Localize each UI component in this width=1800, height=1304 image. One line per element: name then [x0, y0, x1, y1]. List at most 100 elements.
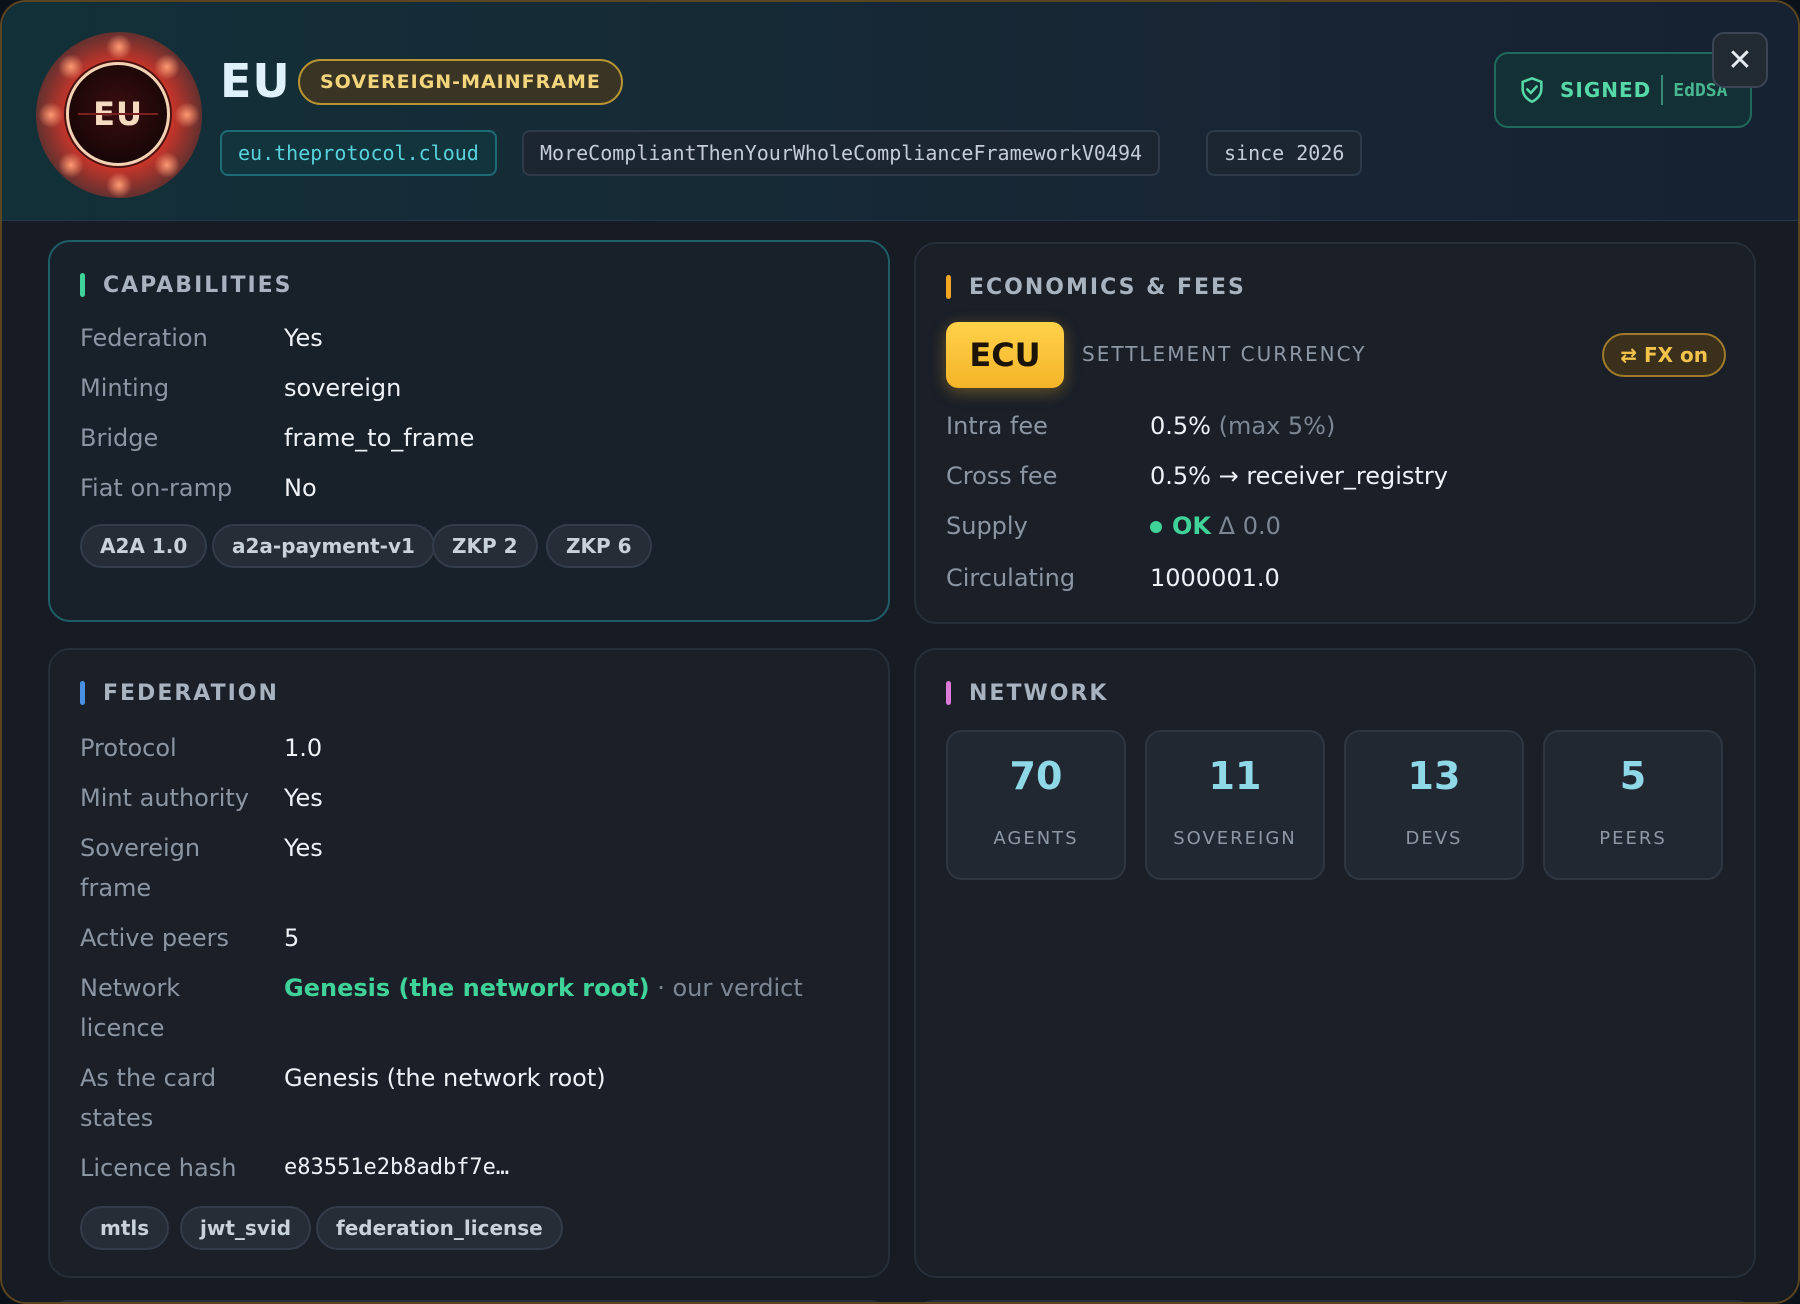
row-label: Intra fee — [946, 412, 1048, 440]
close-button[interactable]: ✕ — [1712, 32, 1768, 88]
row-label: Federation — [80, 324, 208, 352]
emblem-star-icon — [154, 54, 180, 80]
row-value: 5 — [284, 924, 300, 952]
emblem-star-icon — [154, 152, 180, 178]
row-value: sovereign — [284, 374, 402, 402]
currency-caption: SETTLEMENT CURRENCY — [1082, 342, 1367, 366]
capabilities-panel: CAPABILITIES Federation Yes Minting sove… — [48, 240, 890, 622]
node-header: EU EU SOVEREIGN-MAINFRAME eu.theprotocol… — [2, 2, 1798, 221]
federation-title: FEDERATION — [80, 680, 279, 706]
supply-delta: Δ 0.0 — [1218, 512, 1281, 540]
row-value: Genesis (the network root) — [284, 1064, 606, 1092]
network-panel: NETWORK 70 AGENTS 11 SOVEREIGN 13 DEVS 5… — [914, 648, 1756, 1278]
next-panel-edge — [48, 1300, 890, 1302]
emblem-star-icon — [106, 172, 132, 198]
fx-toggle[interactable]: ⇄ FX on — [1602, 333, 1726, 377]
stat-number: 11 — [1208, 754, 1262, 798]
row-label-line: licence — [80, 1014, 165, 1042]
row-label-line: As the card — [80, 1064, 217, 1092]
stat-number: 5 — [1619, 754, 1647, 798]
stat-label: PEERS — [1599, 828, 1667, 849]
tier-badge: SOVEREIGN-MAINFRAME — [298, 59, 623, 105]
stat-label: AGENTS — [993, 828, 1079, 849]
section-accent-bar — [946, 275, 951, 299]
version-chip: MoreCompliantThenYourWholeComplianceFram… — [522, 130, 1161, 176]
row-label: Mint authority — [80, 784, 249, 812]
row-label: Fiat on-ramp — [80, 474, 233, 502]
licence-verdict: Genesis (the network root) — [284, 974, 650, 1002]
signed-label: SIGNED — [1560, 78, 1652, 102]
stat-card-peers[interactable]: 5 PEERS — [1543, 730, 1723, 880]
capability-tag[interactable]: ZKP 2 — [432, 524, 538, 568]
capability-tag[interactable]: ZKP 6 — [546, 524, 652, 568]
intra-fee-max: (max 5%) — [1218, 412, 1336, 440]
row-label: Active peers — [80, 924, 230, 952]
emblem-star-icon — [58, 152, 84, 178]
row-value: Yes — [284, 784, 323, 812]
row-label: As the card states — [80, 1058, 270, 1138]
row-label-line: frame — [80, 874, 152, 902]
licence-note: · our verdict — [657, 974, 803, 1002]
row-label: Supply — [946, 512, 1028, 540]
row-label: Circulating — [946, 564, 1076, 592]
row-label: Bridge — [80, 424, 159, 452]
host-chip[interactable]: eu.theprotocol.cloud — [220, 130, 497, 176]
intra-fee-value: 0.5% — [1150, 412, 1211, 440]
signed-divider — [1661, 75, 1664, 105]
currency-badge: ECU — [946, 322, 1064, 388]
network-heading: NETWORK — [969, 680, 1109, 706]
auth-tag[interactable]: jwt_svid — [180, 1206, 312, 1250]
emblem-star-icon — [106, 34, 132, 60]
stat-card-sovereign[interactable]: 11 SOVEREIGN — [1145, 730, 1325, 880]
stat-label: SOVEREIGN — [1173, 828, 1297, 849]
economics-title: ECONOMICS & FEES — [946, 274, 1246, 300]
emblem-star-icon — [174, 102, 200, 128]
row-value: Yes — [284, 324, 323, 352]
federation-heading: FEDERATION — [103, 680, 279, 706]
emblem-star-icon — [58, 54, 84, 80]
capability-tag[interactable]: a2a-payment-v1 — [212, 524, 435, 568]
licence-hash[interactable]: e83551e2b8adbf7e… — [284, 1148, 509, 1188]
capability-tag[interactable]: A2A 1.0 — [80, 524, 208, 568]
stat-card-agents[interactable]: 70 AGENTS — [946, 730, 1126, 880]
row-value: OK Δ 0.0 — [1150, 506, 1281, 546]
row-label-line: states — [80, 1104, 154, 1132]
row-value: Genesis (the network root) · our verdict — [284, 968, 803, 1008]
row-label: Minting — [80, 374, 170, 402]
cross-fee-value: 0.5% → receiver_registry — [1150, 462, 1448, 490]
economics-panel: ECONOMICS & FEES ECU SETTLEMENT CURRENCY… — [914, 242, 1756, 624]
row-label: Licence hash — [80, 1154, 237, 1182]
section-accent-bar — [80, 273, 85, 297]
supply-status: OK — [1172, 512, 1211, 540]
network-title: NETWORK — [946, 680, 1108, 706]
row-value: No — [284, 474, 317, 502]
next-panel-edge — [914, 1300, 1756, 1302]
auth-tag[interactable]: mtls — [80, 1206, 170, 1250]
circulating-value: 1000001.0 — [1150, 564, 1280, 592]
emblem-star-icon — [38, 102, 64, 128]
node-name: EU — [220, 54, 291, 108]
row-label: Cross fee — [946, 462, 1058, 490]
row-value: Yes — [284, 834, 323, 862]
stat-card-devs[interactable]: 13 DEVS — [1344, 730, 1524, 880]
economics-heading: ECONOMICS & FEES — [969, 274, 1246, 300]
emblem-divider — [78, 113, 158, 115]
node-detail-modal: EU EU SOVEREIGN-MAINFRAME eu.theprotocol… — [0, 0, 1800, 1304]
capabilities-title: CAPABILITIES — [80, 272, 293, 298]
row-label: Sovereign frame — [80, 828, 270, 908]
auth-tag[interactable]: federation_license — [316, 1206, 563, 1250]
federation-panel: FEDERATION Protocol 1.0 Mint authority Y… — [48, 648, 890, 1278]
stat-label: DEVS — [1405, 828, 1463, 849]
row-value: 0.5% (max 5%) — [1150, 406, 1335, 446]
since-chip: since 2026 — [1206, 130, 1363, 176]
stat-number: 70 — [1009, 754, 1063, 798]
row-label: Protocol — [80, 734, 177, 762]
stat-number: 13 — [1407, 754, 1461, 798]
section-accent-bar — [80, 681, 85, 705]
status-dot-icon — [1150, 521, 1162, 533]
capabilities-heading: CAPABILITIES — [103, 272, 293, 298]
row-label-line: Network — [80, 974, 181, 1002]
shield-icon — [1521, 76, 1543, 104]
row-value: 1.0 — [284, 734, 323, 762]
section-accent-bar — [946, 681, 951, 705]
